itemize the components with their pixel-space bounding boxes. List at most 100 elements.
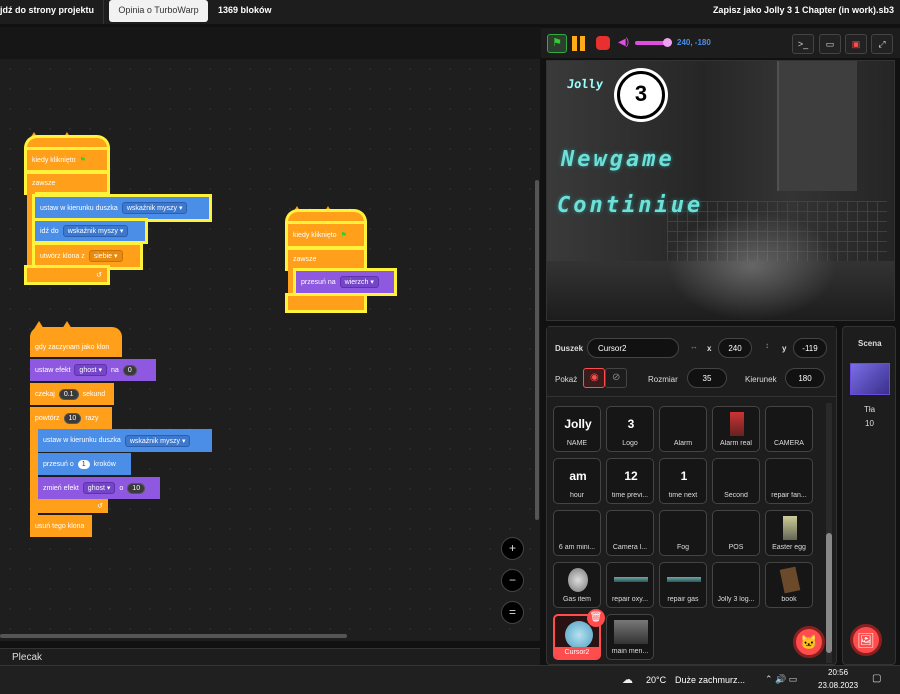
forever-block[interactable]: zawsze xyxy=(288,250,364,268)
point-target-dropdown[interactable]: wskaźnik myszy ▾ xyxy=(121,202,188,214)
add-backdrop-button[interactable]: 🖼 xyxy=(850,624,882,656)
sprite-tile[interactable]: 1 time next xyxy=(659,458,707,504)
sprite-tile[interactable]: Easter egg xyxy=(765,510,813,556)
stage-selector-pane[interactable]: Scena Tła 10 xyxy=(842,326,896,665)
stage-canvas[interactable]: Jolly 3 Newgame Continiue xyxy=(546,60,895,321)
dropdown-value: wierzch xyxy=(344,279,369,286)
sprite-tile[interactable]: 6 am mini... xyxy=(553,510,601,556)
when-flag-clicked-block[interactable]: kiedy kliknięto ⚑ xyxy=(27,150,107,170)
effect-dropdown[interactable]: ghost ▾ xyxy=(82,482,116,494)
code-vertical-scrollbar[interactable] xyxy=(535,180,539,520)
scrollbar-thumb[interactable] xyxy=(826,533,832,653)
code-horizontal-scrollbar[interactable] xyxy=(0,634,347,638)
stop-button[interactable] xyxy=(596,36,610,50)
small-stage-button[interactable]: ▭ xyxy=(819,34,841,54)
hide-sprite-toggle[interactable]: ⊘ xyxy=(605,368,627,388)
weather-cloud-icon: ☁ xyxy=(622,674,633,686)
stage-thumbnail[interactable] xyxy=(850,363,890,395)
y-position-input[interactable]: -119 xyxy=(793,338,827,358)
sprite-tile[interactable]: 12 time previ... xyxy=(606,458,654,504)
sprite-tile[interactable]: Gas item xyxy=(553,562,601,608)
point-towards-block[interactable]: ustaw w kierunku duszka wskaźnik myszy ▾ xyxy=(38,429,212,452)
notifications-icon[interactable]: ▢ xyxy=(872,673,881,684)
move-steps-block[interactable]: przesuń o 1 kroków xyxy=(38,453,131,475)
effect-dropdown[interactable]: ghost ▾ xyxy=(74,364,108,376)
save-as-button[interactable]: Zapisz jako Jolly 3 1 Chapter (in work).… xyxy=(713,5,894,15)
stage-fog xyxy=(667,211,837,320)
repeat-block[interactable]: powtórz 10 razy xyxy=(30,407,112,429)
direction-input[interactable]: 180 xyxy=(785,368,825,388)
sprite-name: repair fan... xyxy=(771,492,807,499)
sprite-tile[interactable]: book xyxy=(765,562,813,608)
delete-sprite-button[interactable]: 🗑 xyxy=(587,609,605,627)
go-to-block[interactable]: idź do wskaźnik myszy ▾ xyxy=(35,221,145,241)
clone-target-dropdown[interactable]: siebie ▾ xyxy=(88,250,123,262)
wait-block[interactable]: czekaj 0.1 sekund xyxy=(30,383,114,405)
sprite-tile[interactable]: Alarm real xyxy=(712,406,760,452)
change-amount-input[interactable]: 10 xyxy=(127,482,146,494)
sprite-tile[interactable]: repair gas xyxy=(659,562,707,608)
when-start-as-clone-block[interactable]: gdy zaczynam jako klon xyxy=(30,337,122,357)
sprite-tile[interactable]: 3 Logo xyxy=(606,406,654,452)
sprite-tile[interactable]: repair fan... xyxy=(765,458,813,504)
sprite-tile[interactable]: CAMERA xyxy=(765,406,813,452)
console-button[interactable]: >_ xyxy=(792,34,814,54)
layer-dropdown[interactable]: wierzch ▾ xyxy=(339,276,379,288)
show-sprite-toggle[interactable]: ◉ xyxy=(583,368,605,388)
change-effect-block[interactable]: zmień efekt ghost ▾ o 10 xyxy=(38,477,160,499)
pause-button[interactable] xyxy=(572,36,588,51)
x-position-input[interactable]: 240 xyxy=(718,338,752,358)
system-tray-icons[interactable]: ⌃ 🔊 ▭ xyxy=(765,674,797,685)
sprite-tile[interactable]: Jolly NAME xyxy=(553,406,601,452)
volume-slider-knob[interactable] xyxy=(663,38,672,47)
sprite-tile[interactable]: main men... xyxy=(606,614,654,660)
large-stage-button[interactable]: ▣ xyxy=(845,34,867,54)
size-input[interactable]: 35 xyxy=(687,368,727,388)
sprite-tile[interactable]: Alarm xyxy=(659,406,707,452)
steps-input[interactable]: 1 xyxy=(77,459,90,469)
create-clone-block[interactable]: utwórz klona z siebie ▾ xyxy=(35,245,140,267)
sprite-tile[interactable]: Second xyxy=(712,458,760,504)
sprite-list-scrollbar[interactable] xyxy=(826,403,832,663)
new-game-menu-item[interactable]: Newgame xyxy=(561,147,675,172)
mouse-coordinates: 240, -180 xyxy=(677,38,711,47)
sprite-tile[interactable]: Fog xyxy=(659,510,707,556)
add-sprite-button[interactable]: 🐱 xyxy=(793,626,825,658)
sprite-thumbnail xyxy=(667,412,701,436)
set-effect-block[interactable]: ustaw efekt ghost ▾ na 0 xyxy=(30,359,156,381)
sprite-name: 6 am mini... xyxy=(558,544,596,551)
zoom-reset-button[interactable]: = xyxy=(501,601,524,624)
green-flag-icon: ⚑ xyxy=(79,157,86,164)
continue-menu-item[interactable]: Continiue xyxy=(557,193,703,218)
sprite-tile[interactable]: Camera l... xyxy=(606,510,654,556)
sprite-thumbnail: 3 xyxy=(627,417,635,431)
block-label: na xyxy=(111,366,119,374)
point-towards-block[interactable]: ustaw w kierunku duszka wskaźnik myszy ▾ xyxy=(35,197,209,219)
sprite-tile[interactable]: POS xyxy=(712,510,760,556)
terminal-icon: >_ xyxy=(797,39,809,49)
go-to-target-dropdown[interactable]: wskaźnik myszy ▾ xyxy=(62,225,129,237)
when-flag-clicked-block[interactable]: kiedy kliknięto ⚑ xyxy=(288,224,364,246)
effect-value-input[interactable]: 0 xyxy=(122,364,137,376)
sprite-name: Logo xyxy=(622,440,638,447)
green-flag-button[interactable]: ⚑ xyxy=(547,34,567,53)
forever-end: ↺ xyxy=(27,268,107,282)
sprite-tile[interactable]: Jolly 3 log... xyxy=(712,562,760,608)
zoom-out-button[interactable]: − xyxy=(501,569,524,592)
forever-block[interactable]: zawsze xyxy=(27,174,107,192)
back-to-project-page-link[interactable]: jdź do strony projektu xyxy=(0,0,104,24)
wait-seconds-input[interactable]: 0.1 xyxy=(58,388,79,400)
sprite-tile[interactable]: repair oxy... xyxy=(606,562,654,608)
fullscreen-button[interactable]: ⤢ xyxy=(871,34,893,54)
go-to-layer-block[interactable]: przesuń na wierzch ▾ xyxy=(296,271,394,293)
block-label: zawsze xyxy=(293,255,317,263)
point-target-dropdown[interactable]: wskaźnik myszy ▾ xyxy=(124,434,191,447)
delete-clone-block[interactable]: usuń tego klona xyxy=(30,515,92,537)
volume-icon[interactable]: ◀) xyxy=(618,37,629,48)
dropdown-value: wskaźnik myszy xyxy=(126,205,178,212)
sprite-name-input[interactable]: Cursor2 xyxy=(587,338,679,358)
repeat-count-input[interactable]: 10 xyxy=(63,412,82,424)
feedback-button[interactable]: Opinia o TurboWarp xyxy=(109,0,208,22)
zoom-in-button[interactable]: + xyxy=(501,537,524,560)
sprite-tile[interactable]: am hour xyxy=(553,458,601,504)
